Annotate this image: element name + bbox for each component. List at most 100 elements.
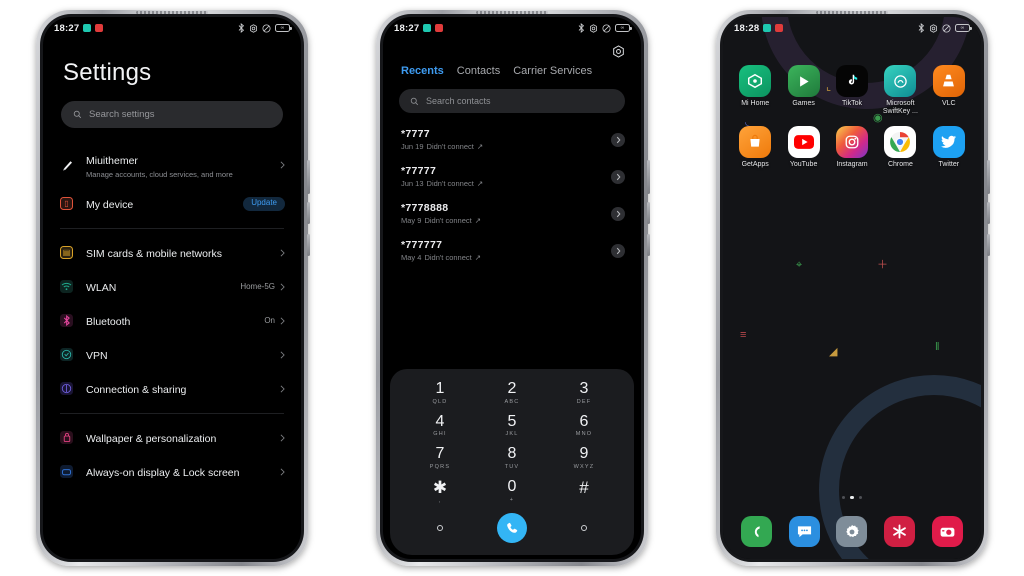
chevron-right-icon [616, 173, 620, 180]
settings-item-sim-cards[interactable]: ▤ SIM cards & mobile networks [43, 236, 301, 270]
app-swiftkey[interactable]: Microsoft SwiftKey ... [876, 65, 924, 117]
phone-screen-home: ⌞ ◟ ◉ ◜ ⌖ ＋ ≡ ◢ ‖ 18:28 [723, 17, 981, 559]
app-instagram[interactable]: Instagram [828, 125, 876, 169]
app-chrome[interactable]: Chrome [876, 125, 924, 169]
app-getapps[interactable]: GetApps [731, 125, 779, 169]
call-date: Jun 13 [401, 179, 424, 188]
dialpad-action-row [404, 513, 620, 543]
dialpad-right-option-button[interactable] [581, 525, 587, 531]
dock [723, 516, 981, 547]
settings-item-miuithemer[interactable]: Miuithemer Manage accounts, cloud servic… [43, 144, 301, 187]
chevron-right-icon [280, 249, 285, 257]
dialpad-key-hash[interactable]: # [548, 479, 620, 504]
vpn-icon [60, 348, 73, 362]
dialpad-key-2[interactable]: 2 ABC [476, 380, 548, 405]
dialpad-key-0[interactable]: 0 + [476, 478, 548, 504]
search-settings-input[interactable]: Search settings [61, 101, 283, 128]
page-dot[interactable] [841, 495, 846, 499]
app-games[interactable]: Games [779, 65, 827, 117]
settings-item-always-on-display[interactable]: Always-on display & Lock screen [43, 455, 301, 489]
dialpad-key-star[interactable]: ✱ , [404, 479, 476, 504]
dialpad-key-6[interactable]: 6 MNO [548, 413, 620, 438]
page-dot-active[interactable] [850, 495, 854, 499]
settings-item-wlan[interactable]: WLAN Home-5G [43, 270, 301, 304]
dialpad-digit: ✱ [432, 478, 448, 498]
power-button[interactable] [987, 234, 990, 256]
chevron-right-icon [616, 136, 620, 143]
call-meta: May 9 Didn't connect ↗ [401, 216, 481, 225]
app-tiktok[interactable]: TikTok [828, 65, 876, 117]
call-details-button[interactable] [611, 206, 625, 221]
settings-item-label: Connection & sharing [86, 383, 187, 396]
update-badge[interactable]: Update [243, 196, 285, 211]
dialpad-key-9[interactable]: 9 WXYZ [548, 445, 620, 471]
status-bar-right: ∞ [238, 23, 292, 33]
status-clock: 18:28 [734, 22, 760, 34]
app-grid: Mi Home Games TikTok Microsoft SwiftKey … [723, 39, 981, 169]
dialer-tabs: Recents Contacts Carrier Services [383, 58, 641, 77]
volume-down-button[interactable] [987, 202, 990, 224]
app-mi-home[interactable]: Mi Home [731, 65, 779, 117]
dialpad-digit: 4 [435, 412, 445, 430]
call-details-button[interactable] [611, 132, 625, 147]
status-bar-left: 18:27 [394, 23, 444, 34]
dialpad-digit: 9 [579, 445, 589, 463]
page-dot[interactable] [858, 495, 863, 499]
settings-item-wallpaper[interactable]: Wallpaper & personalization [43, 421, 301, 455]
volume-down-button[interactable] [647, 202, 650, 224]
dialpad-key-3[interactable]: 3 DEF [548, 380, 620, 405]
tab-recents[interactable]: Recents [401, 65, 444, 77]
call-details-button[interactable] [611, 169, 625, 184]
volume-up-button[interactable] [307, 160, 310, 194]
settings-item-my-device[interactable]: ▯ My device Update [43, 187, 301, 221]
call-log-row[interactable]: *7778888 May 9 Didn't connect ↗ [383, 195, 641, 232]
call-details-button[interactable] [611, 243, 625, 258]
volume-up-button[interactable] [647, 160, 650, 194]
power-button[interactable] [307, 234, 310, 256]
dnd-icon [602, 23, 611, 33]
camera-icon[interactable] [931, 516, 963, 547]
settings-icon[interactable] [836, 516, 868, 547]
settings-item-text: Miuithemer Manage accounts, cloud servic… [86, 151, 280, 180]
power-button[interactable] [647, 234, 650, 256]
dialpad-key-1[interactable]: 1 QLD [404, 380, 476, 405]
settings-scroll-area[interactable]: Settings Search settings Miuithemer Mana… [43, 39, 301, 559]
call-log-row[interactable]: *777777 May 4 Didn't connect ↗ [383, 232, 641, 269]
dialpad-letters: PQRS [429, 464, 451, 471]
dialpad-letters: MNO [575, 431, 593, 438]
tab-carrier-services[interactable]: Carrier Services [513, 65, 592, 77]
call-status: Didn't connect [424, 253, 472, 262]
home-screen[interactable]: ⌞ ◟ ◉ ◜ ⌖ ＋ ≡ ◢ ‖ 18:28 [723, 17, 981, 559]
dialpad-key-5[interactable]: 5 JKL [476, 413, 548, 438]
settings-list: Miuithemer Manage accounts, cloud servic… [43, 144, 301, 493]
call-button[interactable] [497, 513, 527, 543]
dialpad-left-option-button[interactable] [437, 525, 443, 531]
settings-item-vpn[interactable]: VPN [43, 338, 301, 372]
dialpad-key-7[interactable]: 7 PQRS [404, 446, 476, 471]
settings-item-connection-sharing[interactable]: Connection & sharing [43, 372, 301, 406]
lockscreen-icon [60, 465, 73, 479]
call-number: *777777 [401, 239, 443, 251]
search-contacts-input[interactable]: Search contacts [399, 89, 625, 113]
messages-icon[interactable] [788, 516, 820, 547]
volume-down-button[interactable] [307, 202, 310, 224]
dialpad-key-8[interactable]: 8 TUV [476, 446, 548, 471]
hex-gear-icon[interactable] [612, 45, 625, 58]
tab-contacts[interactable]: Contacts [457, 65, 500, 77]
app-twitter[interactable]: Twitter [925, 125, 973, 169]
themes-icon[interactable] [884, 516, 916, 547]
call-log-row[interactable]: *77777 Jun 13 Didn't connect ↗ [383, 158, 641, 195]
app-vlc[interactable]: VLC [925, 65, 973, 117]
phone-icon[interactable] [741, 516, 773, 547]
dialpad-key-4[interactable]: 4 GHI [404, 412, 476, 438]
app-youtube[interactable]: YouTube [779, 125, 827, 169]
volume-up-button[interactable] [987, 160, 990, 194]
settings-item-text: Always-on display & Lock screen [86, 463, 280, 481]
call-log-text: *777777 May 4 Didn't connect ↗ [401, 239, 481, 262]
status-clock: 18:27 [54, 22, 80, 34]
instagram-icon [835, 125, 868, 158]
wallpaper-deco-lines: ≡ [740, 329, 747, 341]
call-log-row[interactable]: *7777 Jun 19 Didn't connect ↗ [383, 121, 641, 158]
settings-item-bluetooth[interactable]: Bluetooth On [43, 304, 301, 338]
outgoing-arrow-icon: ↗ [476, 179, 484, 188]
